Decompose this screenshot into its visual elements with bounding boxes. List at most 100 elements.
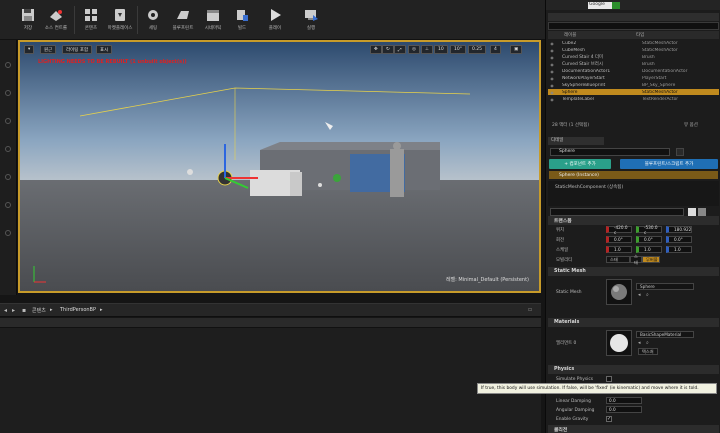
translate-tool-icon[interactable]: ✥ bbox=[370, 45, 382, 54]
textures-dropdown[interactable]: 텍스처 bbox=[638, 348, 658, 355]
outliner-row[interactable]: ◉ Curved Stair 4 더미 Brush bbox=[548, 54, 719, 61]
build-button[interactable]: 빌드 bbox=[229, 4, 255, 38]
enable-gravity-checkbox[interactable]: ✓ bbox=[606, 416, 612, 422]
content-button[interactable]: 콘텐츠 bbox=[78, 4, 104, 38]
view-options-button[interactable]: 뷰 옵션 bbox=[684, 122, 698, 128]
static-mesh-thumbnail[interactable] bbox=[606, 279, 632, 305]
scale-y-field[interactable]: 1.0 bbox=[636, 246, 662, 253]
circle-icon[interactable] bbox=[5, 62, 11, 68]
column-label[interactable]: 레이블 bbox=[564, 32, 576, 38]
outliner-row[interactable]: ◉ TemplateLabel TextRenderActor bbox=[548, 96, 719, 102]
search-engine-select[interactable]: Google bbox=[588, 2, 612, 9]
property-matrix-icon[interactable] bbox=[688, 208, 696, 216]
rotation-snap-value[interactable]: 10° bbox=[450, 45, 466, 54]
forward-arrow-icon[interactable]: ▸ bbox=[12, 307, 15, 314]
location-z-field[interactable]: 180.922 bbox=[666, 226, 692, 233]
circle-icon[interactable] bbox=[5, 90, 11, 96]
eye-icon[interactable]: ◉ bbox=[548, 76, 556, 81]
outliner-row[interactable]: ◉ DocumentationActor1 DocumentationActor bbox=[548, 68, 719, 74]
search-go-button[interactable] bbox=[612, 2, 620, 9]
material-dropdown[interactable]: BasicShapeMaterial bbox=[636, 331, 694, 338]
save-button[interactable]: 저장 bbox=[15, 4, 41, 38]
physics-section-header[interactable]: Physics bbox=[548, 365, 719, 374]
circle-icon[interactable] bbox=[5, 202, 11, 208]
rotation-x-field[interactable]: 0.0° bbox=[606, 236, 632, 243]
play-button[interactable]: 플레이 bbox=[262, 4, 288, 38]
rotate-tool-icon[interactable]: ↻ bbox=[382, 45, 394, 54]
eye-icon[interactable]: ◉ bbox=[548, 69, 556, 74]
perspective-button[interactable]: 원근 bbox=[40, 45, 57, 54]
circle-icon[interactable] bbox=[5, 230, 11, 236]
location-x-field[interactable]: -420.0 c bbox=[606, 225, 632, 235]
lock-icon[interactable] bbox=[676, 148, 684, 156]
circle-icon[interactable] bbox=[5, 146, 11, 152]
material-thumbnail[interactable] bbox=[606, 330, 632, 356]
camera-speed-value[interactable]: 4 bbox=[490, 45, 501, 54]
scale-snap-value[interactable]: 0.25 bbox=[468, 45, 487, 54]
marketplace-button[interactable]: 마켓플레이스 bbox=[107, 4, 133, 38]
path-folder[interactable]: ThirdPersonBP bbox=[60, 307, 96, 313]
scale-x-field[interactable]: 1.0 bbox=[606, 246, 632, 253]
lock-icon[interactable]: ▫ bbox=[528, 306, 532, 313]
eye-icon[interactable]: ◉ bbox=[548, 83, 556, 88]
actor-name-field[interactable]: Sphere bbox=[550, 148, 670, 156]
transform-section-header[interactable]: 트랜스폼 bbox=[548, 216, 719, 225]
surface-snap-icon[interactable]: ⊥ bbox=[421, 45, 433, 54]
outliner-row[interactable]: ◉ NetworkPlayerStart PlayerStart bbox=[548, 75, 719, 81]
show-button[interactable]: 표시 bbox=[96, 45, 113, 54]
eye-icon[interactable]: ◉ bbox=[548, 62, 556, 67]
details-search-input[interactable] bbox=[550, 208, 684, 216]
blueprint-script-button[interactable]: 블루프린트/스크립트 추가 bbox=[620, 159, 718, 169]
static-mesh-dropdown[interactable]: Sphere bbox=[636, 283, 694, 290]
rotation-z-field[interactable]: 0.0° bbox=[666, 236, 692, 243]
details-tab[interactable]: 디테일 bbox=[548, 137, 604, 145]
add-component-button[interactable]: + 컴포넌트 추가 bbox=[549, 159, 611, 169]
outliner-row-selected[interactable]: ◉ Sphere StaticMeshActor bbox=[548, 89, 719, 96]
location-y-field[interactable]: -530.0 c bbox=[636, 225, 662, 235]
outliner-row[interactable]: ◉ Cube2 StaticMeshActor bbox=[548, 40, 719, 46]
component-row[interactable]: StaticMeshComponent (상속됨) bbox=[549, 183, 718, 191]
instance-row[interactable]: Sphere (Instance) bbox=[549, 171, 718, 179]
linear-damping-field[interactable]: 0.0 bbox=[606, 397, 642, 404]
level-viewport[interactable]: ▾ 원근 라이팅 포함 표시 ✥ ↻ ⤢ ◎ ⊥ 10 10° 0.25 4 ▣… bbox=[18, 40, 541, 293]
back-arrow-icon[interactable]: ◂ bbox=[4, 307, 7, 314]
angular-damping-field[interactable]: 0.0 bbox=[606, 406, 642, 413]
eye-icon[interactable]: ◉ bbox=[548, 41, 556, 46]
column-type[interactable]: 타입 bbox=[636, 32, 644, 38]
blueprints-button[interactable]: 블루프린트 bbox=[170, 4, 196, 38]
eye-icon[interactable]: ◉ bbox=[548, 48, 556, 53]
circle-icon[interactable] bbox=[5, 118, 11, 124]
eye-icon[interactable]: ◉ bbox=[548, 90, 556, 95]
mobility-stationary-button[interactable]: 스테 bbox=[630, 254, 642, 265]
settings-button[interactable]: 세팅 bbox=[140, 4, 166, 38]
path-root[interactable]: 콘텐츠 bbox=[32, 307, 46, 314]
scale-z-field[interactable]: 1.0 bbox=[666, 246, 692, 253]
mobility-movable-button[interactable]: 무버블 bbox=[642, 256, 660, 263]
materials-section-header[interactable]: Materials bbox=[548, 318, 719, 327]
outliner-row[interactable]: ◉ CubeMesh StaticMeshActor bbox=[548, 47, 719, 53]
source-control-button[interactable]: 소스 컨트롤 bbox=[43, 4, 69, 38]
lit-button[interactable]: 라이팅 포함 bbox=[62, 45, 93, 54]
mobility-static-button[interactable]: 스태 bbox=[606, 256, 630, 263]
eye-icon[interactable]: ◉ bbox=[548, 55, 556, 60]
cinematics-button[interactable]: 시네마틱 bbox=[200, 4, 226, 38]
outliner-search-input[interactable] bbox=[548, 22, 719, 30]
rotation-y-field[interactable]: 0.0° bbox=[636, 236, 662, 243]
launch-button[interactable]: 실행 bbox=[298, 4, 324, 38]
outliner-row[interactable]: ◉ SkySphereBlueprint BP_Sky_Sphere bbox=[548, 82, 719, 88]
browse-icon[interactable]: ◂ bbox=[638, 292, 641, 298]
circle-icon[interactable] bbox=[5, 174, 11, 180]
browse-icon[interactable]: ◂ bbox=[638, 340, 641, 346]
static-mesh-section-header[interactable]: Static Mesh bbox=[548, 267, 719, 276]
outliner-row[interactable]: ◉ Curved Stair 브러시 Brush bbox=[548, 61, 719, 68]
collision-section-header[interactable]: 콜리전 bbox=[548, 425, 719, 433]
eye-icon[interactable]: ◉ bbox=[548, 97, 556, 102]
scale-tool-icon[interactable]: ⤢ bbox=[394, 45, 406, 54]
grid-snap-value[interactable]: 10 bbox=[434, 45, 448, 54]
search-icon[interactable]: ⌕ bbox=[646, 340, 649, 346]
search-icon[interactable]: ⌕ bbox=[646, 292, 649, 298]
simulate-physics-checkbox[interactable] bbox=[606, 376, 612, 382]
world-space-icon[interactable]: ◎ bbox=[408, 45, 420, 54]
viewport-options-button[interactable]: ▾ bbox=[24, 45, 35, 54]
maximize-viewport-icon[interactable]: ▣ bbox=[510, 45, 523, 54]
